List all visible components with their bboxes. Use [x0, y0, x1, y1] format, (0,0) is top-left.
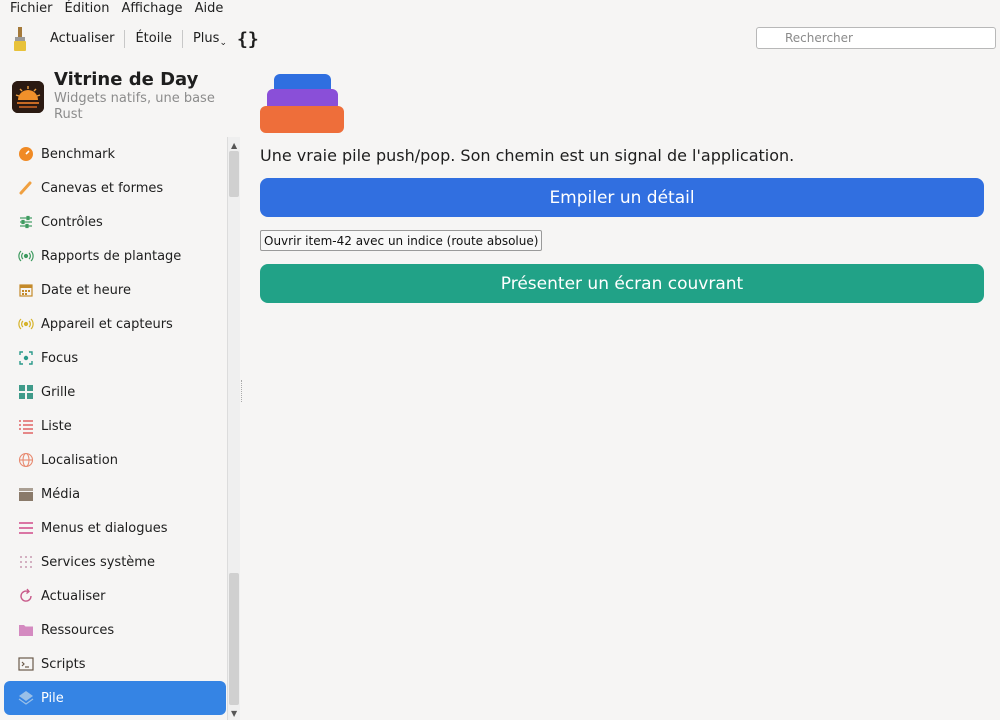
sidebar-item-globe[interactable]: Localisation	[4, 443, 226, 477]
sidebar-item-refresh[interactable]: Actualiser	[4, 579, 226, 613]
toolbar: Actualiser Étoile Plus⌄ {}	[0, 17, 1000, 61]
sidebar-item-label: Scripts	[41, 656, 86, 672]
sidebar-item-menu[interactable]: Menus et dialogues	[4, 511, 226, 545]
star-button[interactable]: Étoile	[129, 29, 178, 49]
terminal-icon	[18, 656, 34, 672]
dots-icon	[18, 554, 34, 570]
toolbar-separator	[181, 30, 183, 48]
sidebar-item-label: Localisation	[41, 452, 118, 468]
sidebar-item-label: Liste	[41, 418, 72, 434]
sidebar-item-label: Média	[41, 486, 81, 502]
sidebar-item-calendar[interactable]: Date et heure	[4, 273, 226, 307]
sidebar-scrollbar[interactable]: ▲ ▼	[227, 137, 240, 720]
sidebar-item-brush[interactable]: Canevas et formes	[4, 171, 226, 205]
menu-aide[interactable]: Aide	[189, 0, 230, 17]
more-label: Plus	[192, 30, 220, 46]
focus-icon	[18, 350, 34, 366]
grid-icon	[18, 384, 34, 400]
calendar-icon	[18, 282, 34, 298]
sidebar-item-broadcast[interactable]: Rapports de plantage	[4, 239, 226, 273]
open-item-button[interactable]: Ouvrir item-42 avec un indice (route abs…	[260, 230, 543, 251]
sidebar-item-dots[interactable]: Services système	[4, 545, 226, 579]
sliders-icon	[18, 214, 34, 230]
menu-affichage[interactable]: Affichage	[115, 0, 188, 17]
sidebar-item-label: Ressources	[41, 622, 115, 638]
push-detail-button[interactable]: Empiler un détail	[260, 178, 984, 217]
app-subtitle: Widgets natifs, une base Rust	[54, 91, 215, 122]
scrollbar-thumb[interactable]	[229, 151, 239, 197]
sidebar-item-label: Grille	[41, 384, 76, 400]
braces-icon[interactable]: {}	[237, 29, 259, 50]
list-icon	[18, 418, 34, 434]
refresh-icon	[18, 588, 34, 604]
menu-fichier[interactable]: Fichier	[4, 0, 59, 17]
scroll-up-icon[interactable]: ▲	[231, 141, 237, 150]
sidebar-item-layers[interactable]: Pile	[4, 681, 226, 715]
menu-bar: Fichier Édition Affichage Aide	[0, 0, 1000, 17]
sensor-icon	[18, 316, 34, 332]
sidebar-nav: Benchmark Canevas et formes Contrôles Rappo…	[4, 137, 226, 715]
sidebar-item-sensor[interactable]: Appareil et capteurs	[4, 307, 226, 341]
folder-icon	[18, 622, 34, 638]
present-cover-button[interactable]: Présenter un écran couvrant	[260, 264, 984, 303]
sidebar-item-label: Actualiser	[41, 588, 106, 604]
sidebar-item-label: Menus et dialogues	[41, 520, 168, 536]
sidebar-item-label: Pile	[41, 690, 64, 706]
brush-icon	[18, 180, 34, 196]
sidebar-item-clapper[interactable]: Média	[4, 477, 226, 511]
sidebar-item-label: Canevas et formes	[41, 180, 164, 196]
globe-icon	[18, 452, 34, 468]
page-description: Une vraie pile push/pop. Son chemin est …	[260, 146, 795, 165]
sidebar-item-label: Appareil et capteurs	[41, 316, 173, 332]
sidebar-item-list[interactable]: Liste	[4, 409, 226, 443]
chevron-down-icon: ⌄	[219, 37, 227, 48]
pane-resize-handle[interactable]	[241, 380, 243, 402]
sidebar-item-focus[interactable]: Focus	[4, 341, 226, 375]
sidebar-item-grid[interactable]: Grille	[4, 375, 226, 409]
gauge-icon	[18, 146, 34, 162]
app-title: Vitrine de Day	[54, 69, 199, 90]
sidebar-item-label: Rapports de plantage	[41, 248, 182, 264]
sidebar-item-label: Date et heure	[41, 282, 131, 298]
menu-edition[interactable]: Édition	[59, 0, 116, 17]
clapper-icon	[18, 486, 34, 502]
toolbar-separator	[124, 30, 126, 48]
layers-icon	[18, 690, 34, 706]
search-input[interactable]	[756, 27, 996, 49]
more-button[interactable]: Plus⌄	[187, 29, 233, 50]
sidebar-item-label: Focus	[41, 350, 79, 366]
scrollbar-thumb-lower[interactable]	[229, 573, 239, 705]
sidebar-item-sliders[interactable]: Contrôles	[4, 205, 226, 239]
broadcast-icon	[18, 248, 34, 264]
scroll-down-icon[interactable]: ▼	[231, 709, 237, 718]
sidebar-item-label: Services système	[41, 554, 155, 570]
sidebar-item-label: Benchmark	[41, 146, 116, 162]
sidebar-item-gauge[interactable]: Benchmark	[4, 137, 226, 171]
sidebar-item-terminal[interactable]: Scripts	[4, 647, 226, 681]
sidebar-item-folder[interactable]: Ressources	[4, 613, 226, 647]
sidebar: Benchmark Canevas et formes Contrôles Rappo…	[0, 137, 240, 720]
brush-icon[interactable]	[10, 26, 30, 52]
menu-icon	[18, 520, 34, 536]
sidebar-item-label: Contrôles	[41, 214, 103, 230]
app-header: Vitrine de Day Widgets natifs, une base …	[0, 61, 240, 137]
app-logo-icon	[12, 81, 44, 113]
stack-illustration-icon	[260, 74, 346, 134]
refresh-button[interactable]: Actualiser	[44, 29, 120, 49]
